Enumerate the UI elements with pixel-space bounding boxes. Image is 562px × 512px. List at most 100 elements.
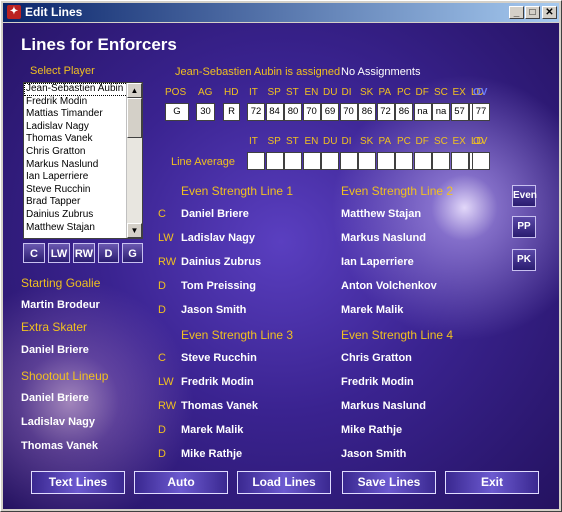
avg-value-df — [413, 152, 432, 170]
assigned-value: No Assignments — [341, 66, 421, 78]
line-4-player-5[interactable]: Jason Smith — [341, 448, 406, 460]
line-3-player-3[interactable]: Thomas Vanek — [181, 400, 258, 412]
player-list-item[interactable]: Ladislav Nagy — [24, 121, 142, 134]
app-icon: ✦ — [7, 5, 21, 19]
ov-label: OV — [473, 87, 488, 98]
line-3-player-4[interactable]: Marek Malik — [181, 424, 243, 436]
shootout-player-2[interactable]: Ladislav Nagy — [21, 416, 95, 428]
line-position-label: D — [158, 448, 166, 460]
line-position-label: LW — [158, 376, 174, 388]
text-lines-button[interactable]: Text Lines — [31, 471, 125, 494]
avg-label-st: ST — [286, 136, 299, 147]
starting-goalie-label: Starting Goalie — [21, 276, 101, 290]
extra-skater-name[interactable]: Daniel Briere — [21, 344, 89, 356]
maximize-button[interactable]: □ — [525, 6, 540, 19]
pk-button[interactable]: PK — [512, 249, 536, 271]
player-list-item[interactable]: Fredrik Modin — [24, 96, 142, 109]
avg-label-pa: PA — [378, 136, 392, 147]
player-list-item[interactable]: Mattias Timander — [24, 108, 142, 121]
shootout-player-1[interactable]: Daniel Briere — [21, 392, 89, 404]
line-1-player-5[interactable]: Jason Smith — [181, 304, 246, 316]
stat-value-ex: 57 — [450, 103, 469, 121]
close-button[interactable]: ✕ — [542, 6, 557, 19]
stat-value-sc: na — [432, 103, 450, 121]
line-1-player-1[interactable]: Daniel Briere — [181, 208, 249, 220]
player-listbox[interactable]: Jean-Sebastien Aubin Fredrik Modin Mattias… — [23, 82, 143, 239]
line-4-player-3[interactable]: Markus Naslund — [341, 400, 426, 412]
line-position-label: C — [158, 352, 166, 364]
avg-label-it: IT — [249, 136, 258, 147]
scroll-down-button[interactable]: ▼ — [127, 223, 142, 238]
avg-label-df: DF — [415, 136, 429, 147]
save-lines-button[interactable]: Save Lines — [342, 471, 436, 494]
even-button[interactable]: Even — [512, 185, 537, 207]
stat-label-sp: SP — [267, 87, 281, 98]
avg-value-ex — [450, 152, 469, 170]
player-list-item[interactable]: Chris Gratton — [24, 146, 142, 159]
position-filter-g-button[interactable]: G — [122, 243, 143, 263]
line-2-player-5[interactable]: Marek Malik — [341, 304, 403, 316]
line-1-player-2[interactable]: Ladislav Nagy — [181, 232, 255, 244]
line-1-player-4[interactable]: Tom Preissing — [181, 280, 256, 292]
line-3-title: Even Strength Line 3 — [181, 328, 294, 342]
stat-value-di: 70 — [339, 103, 358, 121]
line-2-player-1[interactable]: Matthew Stajan — [341, 208, 421, 220]
shootout-player-3[interactable]: Thomas Vanek — [21, 440, 98, 452]
scroll-up-button[interactable]: ▲ — [127, 83, 142, 98]
line-1-player-3[interactable]: Dainius Zubrus — [181, 256, 261, 268]
line-position-label: LW — [158, 232, 174, 244]
player-list-item[interactable]: Matthew Stajan — [24, 222, 142, 235]
position-filter-c-button[interactable]: C — [23, 243, 45, 263]
exit-button[interactable]: Exit — [445, 471, 539, 494]
line-2-player-2[interactable]: Markus Naslund — [341, 232, 426, 244]
client-area: Lines for Enforcers Select Player Jean-S… — [3, 23, 559, 509]
avg-label-di: DI — [341, 136, 352, 147]
starting-goalie-name[interactable]: Martin Brodeur — [21, 299, 100, 311]
line-position-label: C — [158, 208, 166, 220]
avg-label-ex: EX — [452, 136, 466, 147]
player-list-item[interactable]: Dainius Zubrus — [24, 209, 142, 222]
avg-value-di — [339, 152, 358, 170]
player-list-item[interactable]: Steve Rucchin — [24, 184, 142, 197]
ag-label: AG — [198, 87, 213, 98]
avg-value-pc — [395, 152, 413, 170]
minimize-button[interactable]: _ — [509, 6, 524, 19]
line-4-title: Even Strength Line 4 — [341, 328, 454, 342]
pos-value: G — [165, 103, 189, 121]
player-list-item[interactable]: Ian Laperriere — [24, 171, 142, 184]
line-2-player-4[interactable]: Anton Volchenkov — [341, 280, 437, 292]
stat-label-st: ST — [286, 87, 299, 98]
line-4-player-1[interactable]: Chris Gratton — [341, 352, 412, 364]
position-filter-lw-button[interactable]: LW — [48, 243, 70, 263]
player-list-item[interactable]: Jean-Sebastien Aubin — [24, 83, 142, 96]
avg-label-en: EN — [304, 136, 319, 147]
hd-value: R — [223, 103, 240, 121]
extra-skater-label: Extra Skater — [21, 320, 88, 334]
avg-value-st — [284, 152, 302, 170]
stat-value-sk: 86 — [358, 103, 376, 121]
scroll-thumb[interactable] — [127, 98, 142, 138]
hd-label: HD — [224, 87, 239, 98]
auto-button[interactable]: Auto — [134, 471, 228, 494]
line-position-label: D — [158, 280, 166, 292]
line-3-player-2[interactable]: Fredrik Modin — [181, 376, 254, 388]
position-filter-rw-button[interactable]: RW — [73, 243, 95, 263]
line-3-player-1[interactable]: Steve Rucchin — [181, 352, 257, 364]
player-list-item[interactable]: Markus Naslund — [24, 159, 142, 172]
avg-value-pa — [376, 152, 395, 170]
pp-button[interactable]: PP — [512, 216, 536, 238]
player-list-item[interactable]: Thomas Vanek — [24, 133, 142, 146]
listbox-scrollbar[interactable]: ▲ ▼ — [126, 83, 142, 238]
ag-value: 30 — [196, 103, 215, 121]
line-3-player-5[interactable]: Mike Rathje — [181, 448, 242, 460]
player-list-item[interactable]: Brad Tapper — [24, 196, 142, 209]
shootout-label: Shootout Lineup — [21, 369, 109, 383]
position-filter-d-button[interactable]: D — [98, 243, 119, 263]
line-2-player-3[interactable]: Ian Laperriere — [341, 256, 414, 268]
load-lines-button[interactable]: Load Lines — [237, 471, 331, 494]
assigned-text: Jean-Sebastien Aubin is assigned — [175, 66, 341, 78]
line-average-label: Line Average — [171, 156, 236, 168]
avg-label-pc: PC — [397, 136, 411, 147]
line-4-player-4[interactable]: Mike Rathje — [341, 424, 402, 436]
line-4-player-2[interactable]: Fredrik Modin — [341, 376, 414, 388]
